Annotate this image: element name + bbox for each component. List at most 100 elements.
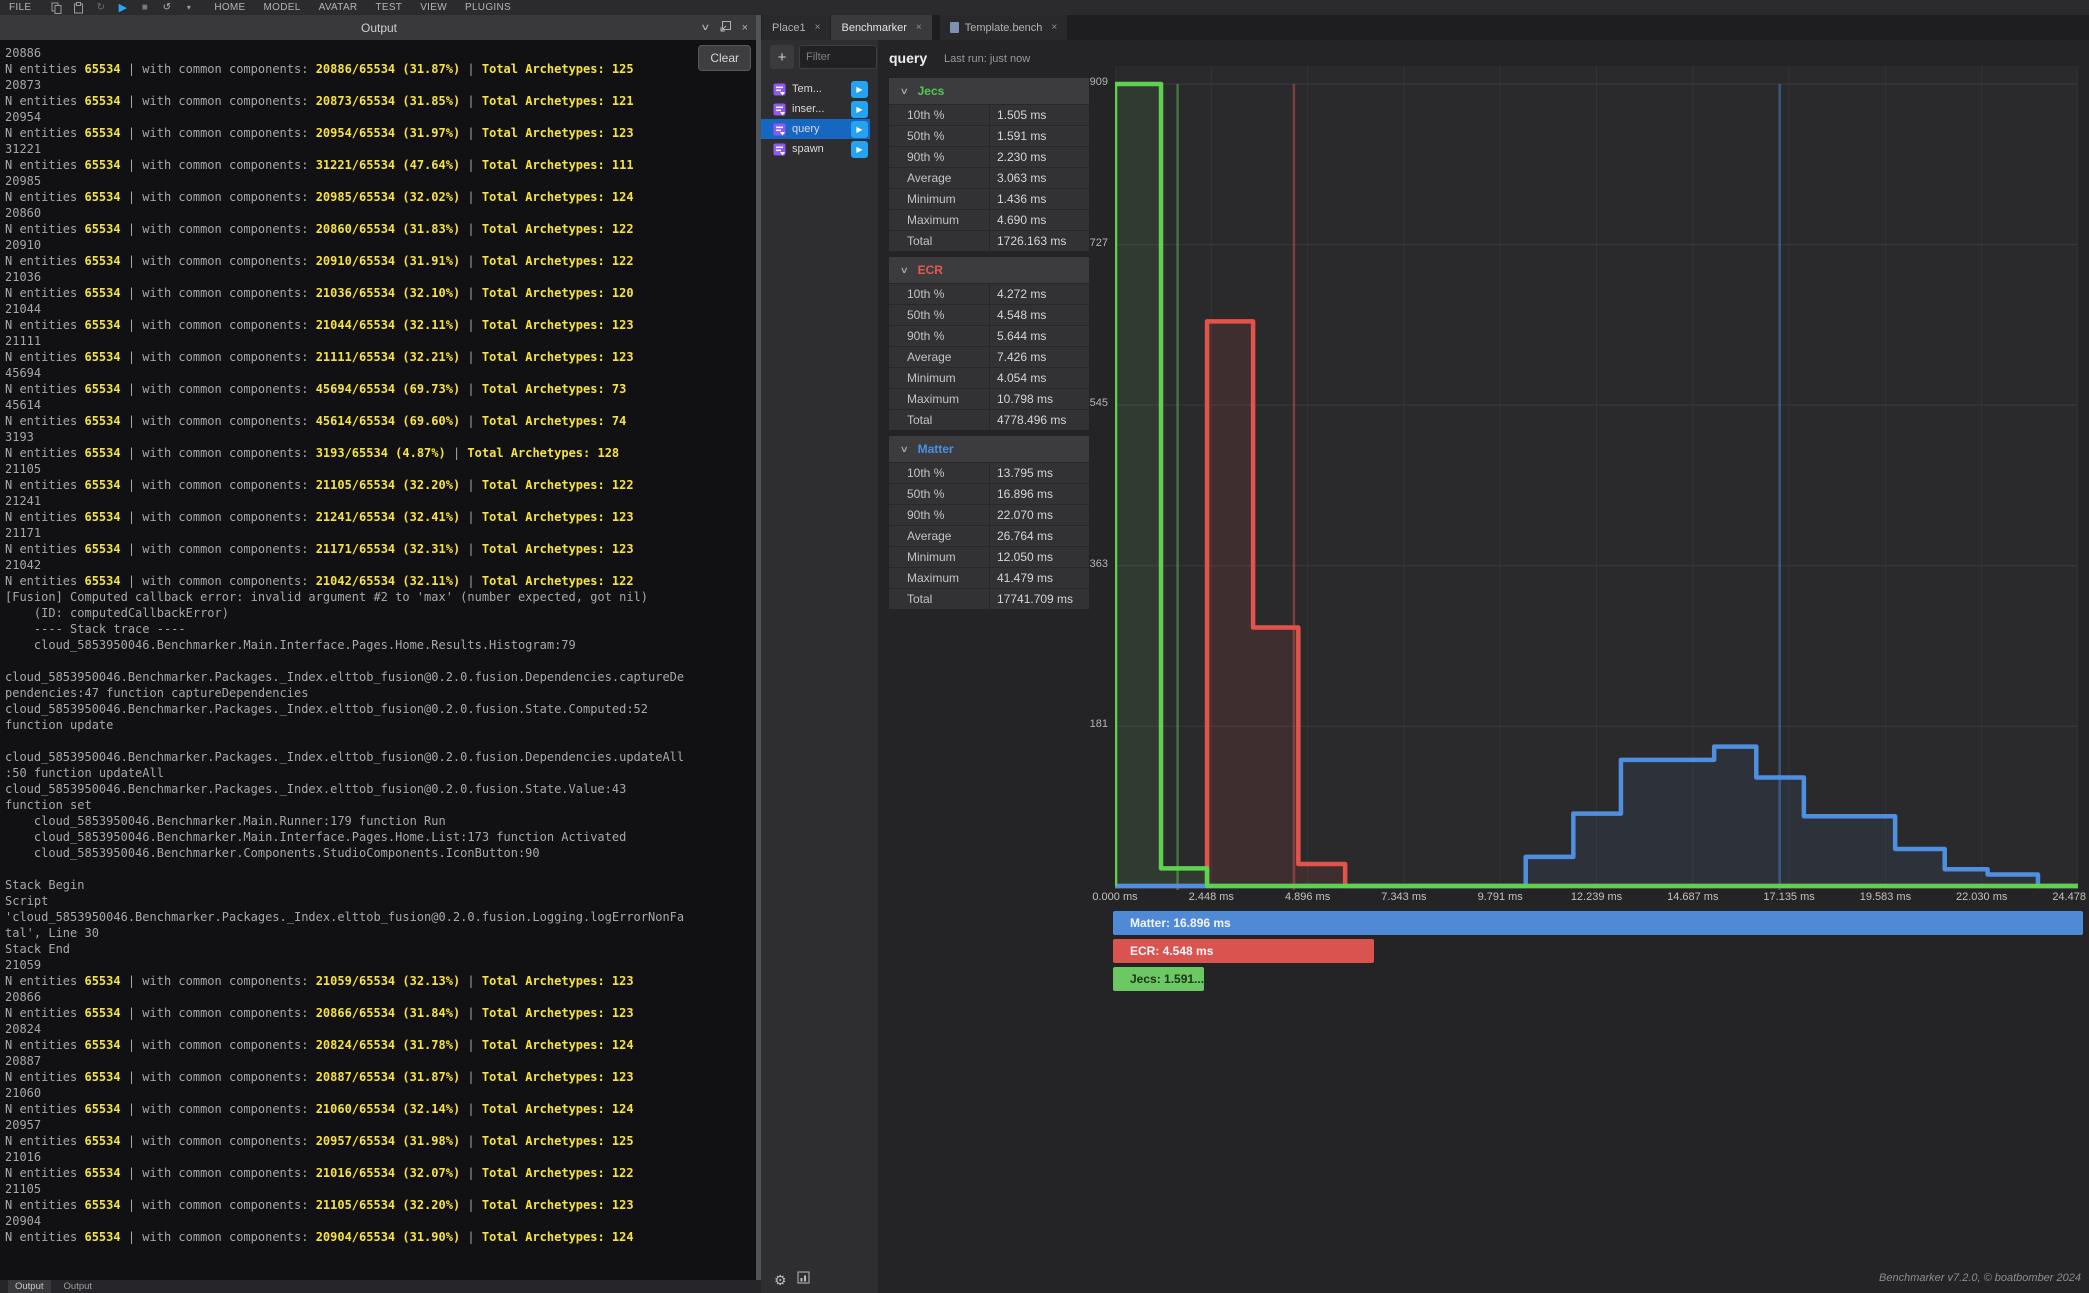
log-text: | [460, 94, 482, 108]
log-line: (ID: computedCallbackError) [5, 605, 758, 621]
log-text: | with common components: [121, 1102, 316, 1116]
menu-file[interactable]: FILE [9, 2, 31, 13]
gear-icon[interactable]: ⚙ [774, 1272, 787, 1289]
log-value: Total Archetypes: 125 [482, 1134, 634, 1148]
log-line: 21044 [5, 301, 758, 317]
redo-icon[interactable]: ↻ [94, 1, 107, 14]
x-tick-label: 24.478 ms [2042, 891, 2089, 903]
log-text: | [460, 574, 482, 588]
log-text: cloud_5853950046.Benchmarker.Main.Interf… [5, 638, 576, 652]
caret-down-icon[interactable]: ▾ [182, 1, 195, 14]
log-text: N entities [5, 1006, 84, 1020]
copy-icon[interactable] [50, 1, 63, 14]
log-text: | [460, 1070, 482, 1084]
log-text: 21016 [5, 1150, 41, 1164]
log-text: | with common components: [121, 1166, 316, 1180]
log-text: | [460, 1134, 482, 1148]
log-text: 31221 [5, 142, 41, 156]
log-line: N entities 65534 | with common component… [5, 253, 758, 269]
log-line: Script [5, 893, 758, 909]
log-value: 20886/65534 (31.87%) [316, 62, 461, 76]
log-value: 65534 [84, 62, 120, 76]
log-line: pendencies:47 function captureDependenci… [5, 685, 758, 701]
menu-view[interactable]: VIEW [420, 2, 447, 13]
run-test-button[interactable]: ▶ [851, 101, 868, 118]
log-text: N entities [5, 446, 84, 460]
stat-value: 1.505 ms [990, 108, 1046, 122]
filter-input[interactable] [799, 45, 877, 69]
log-value: 21059/65534 (32.13%) [316, 974, 461, 988]
log-line: N entities 65534 | with common component… [5, 573, 758, 589]
menubar: FILE ↻ ▶ ■ ↺ ▾ HOME MODEL AVATAR TEST VIEW PL… [0, 0, 2089, 15]
log-line: 21016 [5, 1149, 758, 1165]
menu-home[interactable]: HOME [214, 2, 245, 13]
tab-place1[interactable]: Place1 × [762, 15, 830, 40]
test-item-spawn[interactable]: spawn▶ [761, 139, 870, 159]
legend-bar-ecr: ECR: 4.548 ms [1113, 939, 1374, 963]
run-test-button[interactable]: ▶ [851, 141, 868, 158]
log-value: Total Archetypes: 122 [482, 254, 634, 268]
menu-test[interactable]: TEST [375, 2, 402, 13]
bottom-tab-output[interactable]: Output [8, 1280, 51, 1293]
log-line: 20904 [5, 1213, 758, 1229]
stat-value: 41.479 ms [990, 571, 1053, 585]
log-value: 21016/65534 (32.07%) [316, 1166, 461, 1180]
paste-icon[interactable] [72, 1, 85, 14]
chevron-down-icon: ∨ [900, 265, 909, 276]
clear-button[interactable]: Clear [698, 45, 751, 71]
tab-benchmarker[interactable]: Benchmarker× [831, 15, 931, 40]
menu-model[interactable]: MODEL [264, 2, 301, 13]
tab-template-bench[interactable]: Template.bench× [940, 15, 1068, 40]
log-text: [Fusion] Computed callback error: invali… [5, 590, 648, 604]
add-test-button[interactable]: + [770, 45, 794, 69]
log-line: N entities 65534 | with common component… [5, 1133, 758, 1149]
test-item-Tem[interactable]: Tem...▶ [761, 79, 870, 99]
close-icon[interactable]: × [815, 22, 821, 33]
x-tick-label: 12.239 ms [1561, 891, 1633, 903]
stats-group-header-ecr[interactable]: ∨ECR [889, 257, 1089, 283]
close-icon[interactable]: × [742, 22, 748, 34]
stats-group-header-matter[interactable]: ∨Matter [889, 436, 1089, 462]
log-line: N entities 65534 | with common component… [5, 1037, 758, 1053]
play-icon[interactable]: ▶ [116, 1, 129, 14]
test-list-column [761, 40, 878, 1293]
log-line [5, 733, 758, 749]
log-text: N entities [5, 62, 84, 76]
histogram-canvas [1115, 66, 2078, 896]
log-value: Total Archetypes: 73 [482, 382, 627, 396]
stat-label: 90th % [889, 147, 990, 167]
log-line: N entities 65534 | with common component… [5, 477, 758, 493]
bottom-tab-output[interactable]: Output [57, 1280, 100, 1293]
script-icon [773, 123, 786, 136]
run-test-button[interactable]: ▶ [851, 121, 868, 138]
collapse-chevron-icon[interactable]: ∨ [700, 22, 710, 33]
menu-avatar[interactable]: AVATAR [319, 2, 358, 13]
output-panel-title: Output [0, 15, 758, 40]
log-value: 65534 [84, 1038, 120, 1052]
close-icon[interactable]: × [916, 22, 922, 33]
log-text: | with common components: [121, 414, 316, 428]
test-item-label: inser... [792, 103, 824, 115]
log-value: 20957/65534 (31.98%) [316, 1134, 461, 1148]
close-icon[interactable]: × [1051, 22, 1057, 33]
stop-icon[interactable]: ■ [138, 1, 151, 14]
tab-label: Place1 [772, 22, 806, 34]
panel-layout-icon[interactable] [797, 1271, 810, 1289]
log-text: Script [5, 894, 48, 908]
chevron-down-icon: ∨ [900, 86, 909, 97]
log-value: 65534 [84, 1070, 120, 1084]
menu-plugins[interactable]: PLUGINS [465, 2, 511, 13]
test-item-query[interactable]: query▶ [761, 119, 870, 139]
log-text: 21044 [5, 302, 41, 316]
run-test-button[interactable]: ▶ [851, 81, 868, 98]
log-value: 65534 [84, 542, 120, 556]
popout-icon[interactable] [720, 19, 731, 37]
log-value: Total Archetypes: 124 [482, 190, 634, 204]
log-value: 20910/65534 (31.91%) [316, 254, 461, 268]
log-line: 21036 [5, 269, 758, 285]
test-item-inser[interactable]: inser... ▶ [761, 99, 870, 119]
log-text: | [460, 414, 482, 428]
stat-value: 26.764 ms [990, 529, 1053, 543]
undo-icon[interactable]: ↺ [160, 1, 173, 14]
log-text: N entities [5, 414, 84, 428]
